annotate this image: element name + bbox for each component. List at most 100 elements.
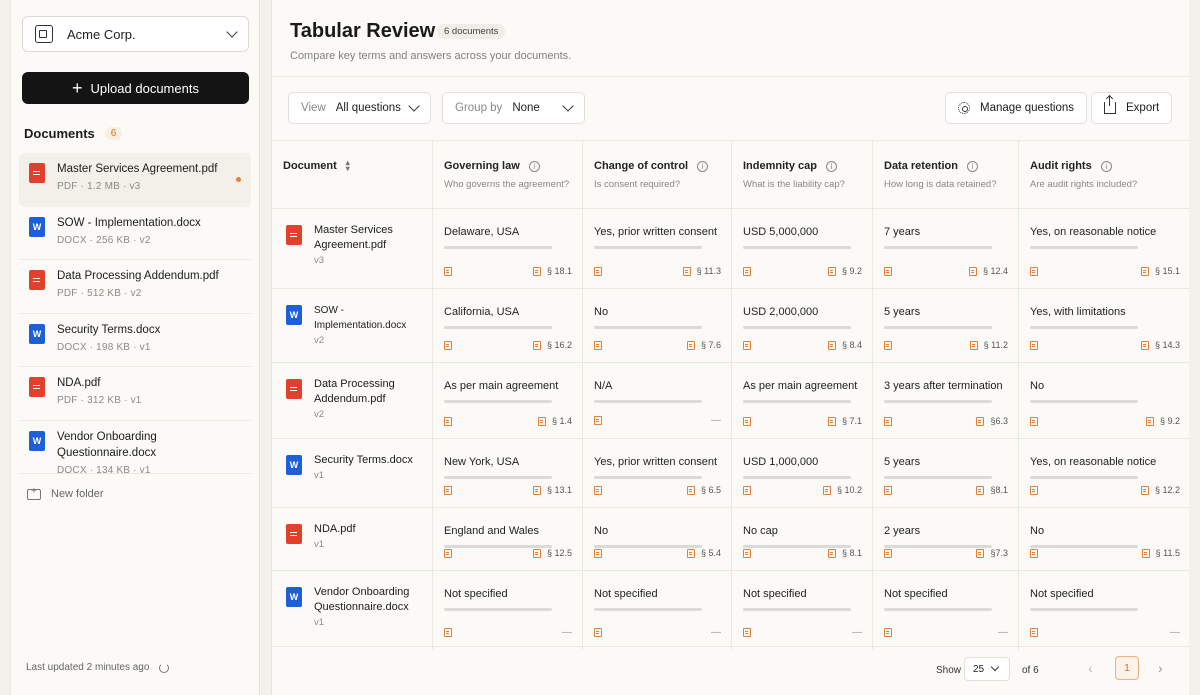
column-header-3[interactable]: Indemnity cap i What is the liability cap? [732, 141, 873, 208]
answer-cell[interactable]: No cap § 8.1 [732, 508, 873, 570]
source-document-icon[interactable] [884, 340, 892, 350]
column-header-1[interactable]: Governing law i Who governs the agreement? [433, 141, 583, 208]
section-reference[interactable]: § 13.1 [532, 485, 572, 495]
section-reference[interactable]: § 11.3 [682, 266, 721, 276]
section-reference[interactable]: § 8.1 [827, 548, 862, 558]
row-document-cell[interactable]: W Security Terms.docx v1 [272, 439, 433, 507]
source-document-icon[interactable] [884, 548, 892, 558]
section-reference[interactable]: §6.3 [976, 416, 1008, 426]
source-document-icon[interactable] [743, 628, 751, 637]
row-document-cell[interactable]: W SOW - Implementation.docx v2 [272, 289, 433, 362]
section-reference[interactable]: § 9.2 [827, 266, 862, 276]
group-by-select[interactable]: Group by None [442, 92, 585, 124]
source-document-icon[interactable] [743, 485, 751, 495]
info-icon[interactable]: i [528, 160, 540, 172]
section-reference[interactable]: §8.1 [976, 485, 1008, 495]
export-button[interactable]: Export [1091, 92, 1173, 124]
answer-cell[interactable]: Not specified — [873, 571, 1019, 650]
section-reference[interactable]: § 1.4 [537, 416, 572, 426]
upload-documents-button[interactable]: + Upload documents [22, 72, 249, 104]
source-document-icon[interactable] [1030, 548, 1038, 558]
answer-cell[interactable]: England and Wales § 12.5 [433, 508, 583, 570]
column-header-5[interactable]: Audit rights i Are audit rights included? [1019, 141, 1190, 208]
answer-cell[interactable]: Not specified — [732, 571, 873, 650]
answer-cell[interactable]: Not specified — [583, 571, 732, 650]
answer-cell[interactable]: USD 1,000,000 § 10.2 [732, 439, 873, 507]
answer-cell[interactable]: California, USA § 16.2 [433, 289, 583, 362]
source-document-icon[interactable] [1030, 485, 1038, 495]
column-header-2[interactable]: Change of control i Is consent required? [583, 141, 732, 208]
source-document-icon[interactable] [743, 548, 751, 558]
source-document-icon[interactable] [444, 340, 452, 350]
info-icon[interactable]: i [966, 160, 978, 172]
current-page-button[interactable]: 1 [1115, 656, 1139, 680]
source-document-icon[interactable] [594, 340, 602, 350]
answer-cell[interactable]: N/A — [583, 363, 732, 438]
info-icon[interactable]: i [1100, 160, 1112, 172]
answer-cell[interactable]: 5 years §8.1 [873, 439, 1019, 507]
document-list-item[interactable]: W SOW - Implementation.docx DOCX · 256 KB … [19, 207, 251, 260]
row-document-cell[interactable]: Master Services Agreement.pdf v3 [272, 209, 433, 288]
answer-cell[interactable]: USD 2,000,000 § 8.4 [732, 289, 873, 362]
section-reference[interactable]: § 16.2 [532, 340, 572, 350]
section-reference[interactable]: § 12.2 [1140, 485, 1180, 495]
source-document-icon[interactable] [743, 340, 751, 350]
source-document-icon[interactable] [594, 548, 602, 558]
answer-cell[interactable]: Not specified — [433, 571, 583, 650]
source-document-icon[interactable] [444, 628, 452, 637]
answer-cell[interactable]: 2 years §7.3 [873, 508, 1019, 570]
answer-cell[interactable]: Yes, with limitations § 14.3 [1019, 289, 1190, 362]
source-document-icon[interactable] [884, 416, 892, 426]
source-document-icon[interactable] [1030, 628, 1038, 637]
org-selector[interactable]: Acme Corp. [22, 16, 249, 52]
view-select[interactable]: View All questions [288, 92, 431, 124]
source-document-icon[interactable] [743, 416, 751, 426]
answer-cell[interactable]: New York, USA § 13.1 [433, 439, 583, 507]
section-reference[interactable]: § 9.2 [1145, 416, 1180, 426]
document-list-item[interactable]: W Security Terms.docx DOCX · 198 KB · v1 [19, 314, 251, 367]
next-page-button[interactable]: › [1158, 660, 1163, 676]
section-reference[interactable]: § 7.1 [827, 416, 862, 426]
source-document-icon[interactable] [594, 266, 602, 276]
answer-cell[interactable]: Yes, prior written consent § 11.3 [583, 209, 732, 288]
source-document-icon[interactable] [594, 416, 602, 425]
document-column-header[interactable]: Document ▴ ▾ [272, 141, 433, 208]
row-document-cell[interactable]: NDA.pdf v1 [272, 508, 433, 570]
sort-icon[interactable]: ▴ ▾ [346, 159, 350, 173]
section-reference[interactable]: § 6.5 [686, 485, 721, 495]
source-document-icon[interactable] [743, 266, 751, 276]
section-reference[interactable]: §7.3 [976, 548, 1008, 558]
section-reference[interactable]: § 7.6 [686, 340, 721, 350]
source-document-icon[interactable] [884, 485, 892, 495]
manage-questions-button[interactable]: Manage questions [945, 92, 1087, 124]
section-reference[interactable]: § 12.5 [532, 548, 572, 558]
section-reference[interactable]: § 11.2 [969, 340, 1008, 350]
new-folder-button[interactable]: New folder [27, 486, 104, 500]
answer-cell[interactable]: As per main agreement § 7.1 [732, 363, 873, 438]
answer-cell[interactable]: Not specified — [1019, 571, 1190, 650]
source-document-icon[interactable] [1030, 340, 1038, 350]
row-document-cell[interactable]: Data Processing Addendum.pdf v2 [272, 363, 433, 438]
answer-cell[interactable]: 7 years § 12.4 [873, 209, 1019, 288]
page-size-select[interactable]: 25 [964, 657, 1010, 681]
document-list-item[interactable]: W Vendor Onboarding Questionnaire.docx DOC… [19, 421, 251, 476]
answer-cell[interactable]: Yes, on reasonable notice § 12.2 [1019, 439, 1190, 507]
source-document-icon[interactable] [594, 485, 602, 495]
answer-cell[interactable]: As per main agreement § 1.4 [433, 363, 583, 438]
section-reference[interactable]: § 11.5 [1141, 548, 1180, 558]
document-list-item[interactable]: Data Processing Addendum.pdf PDF · 512 KB… [19, 260, 251, 314]
answer-cell[interactable]: USD 5,000,000 § 9.2 [732, 209, 873, 288]
source-document-icon[interactable] [884, 628, 892, 637]
source-document-icon[interactable] [444, 548, 452, 558]
answer-cell[interactable]: Yes, on reasonable notice § 15.1 [1019, 209, 1190, 288]
section-reference[interactable]: § 18.1 [532, 266, 572, 276]
answer-cell[interactable]: 5 years § 11.2 [873, 289, 1019, 362]
source-document-icon[interactable] [594, 628, 602, 637]
info-icon[interactable]: i [825, 160, 837, 172]
source-document-icon[interactable] [444, 266, 452, 276]
source-document-icon[interactable] [1030, 266, 1038, 276]
answer-cell[interactable]: No § 7.6 [583, 289, 732, 362]
section-reference[interactable]: § 15.1 [1140, 266, 1180, 276]
refresh-icon[interactable] [159, 662, 170, 673]
source-document-icon[interactable] [1030, 416, 1038, 426]
